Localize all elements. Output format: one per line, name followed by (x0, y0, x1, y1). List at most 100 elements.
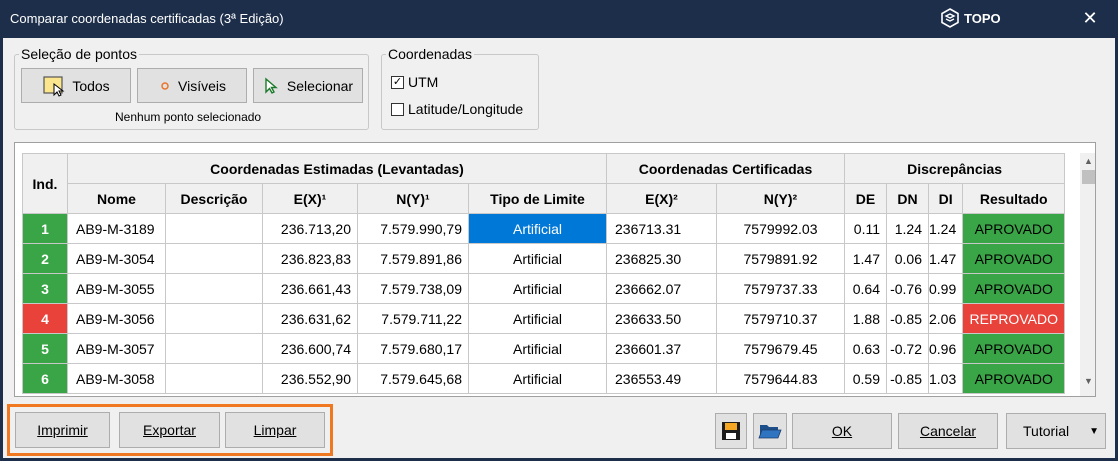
cell-ny1[interactable]: 7.579.738,09 (357, 273, 469, 304)
cell-ex2[interactable]: 236601.37 (606, 333, 717, 364)
header-ex2[interactable]: E(X)² (606, 183, 717, 214)
cell-ex2[interactable]: 236633.50 (606, 303, 717, 334)
header-nome[interactable]: Nome (67, 183, 166, 214)
cell-ny1[interactable]: 7.579.990,79 (357, 213, 469, 244)
cell-ny2[interactable]: 7579992.03 (716, 213, 845, 244)
save-button[interactable] (715, 413, 747, 449)
cell-ny2[interactable]: 7579737.33 (716, 273, 845, 304)
cell-ex2[interactable]: 236662.07 (606, 273, 717, 304)
header-ny1[interactable]: N(Y)¹ (357, 183, 469, 214)
cell-tipo-limite[interactable]: Artificial (468, 333, 607, 364)
close-icon[interactable]: ✕ (1078, 6, 1102, 30)
cell-tipo-limite[interactable]: Artificial (468, 243, 607, 274)
ok-button[interactable]: OK (792, 413, 892, 449)
cell-descricao[interactable] (165, 363, 263, 394)
export-button[interactable]: Exportar (119, 412, 220, 448)
cell-ny2[interactable]: 7579644.83 (716, 363, 845, 394)
cell-nome[interactable]: AB9-M-3057 (67, 333, 166, 364)
row-index[interactable]: 2 (22, 243, 68, 274)
scroll-up-icon[interactable]: ▲ (1080, 153, 1095, 170)
cell-ex1[interactable]: 236.661,43 (262, 273, 358, 304)
cell-nome[interactable]: AB9-M-3054 (67, 243, 166, 274)
table-row[interactable]: 3 AB9-M-3055 236.661,43 7.579.738,09 Art… (22, 273, 1066, 304)
cell-di[interactable]: 1.47 (927, 243, 964, 274)
cell-dn[interactable]: -0.72 (886, 333, 929, 364)
cell-de[interactable]: 0.11 (844, 213, 887, 244)
cell-ex1[interactable]: 236.552,90 (262, 363, 358, 394)
cell-ex1[interactable]: 236.823,83 (262, 243, 358, 274)
header-resultado[interactable]: Resultado (962, 183, 1066, 214)
cell-ny1[interactable]: 7.579.680,17 (357, 333, 469, 364)
header-descricao[interactable]: Descrição (165, 183, 263, 214)
header-ex1[interactable]: E(X)¹ (262, 183, 358, 214)
cell-ny1[interactable]: 7.579.711,22 (357, 303, 469, 334)
cancel-button[interactable]: Cancelar (898, 413, 998, 449)
cell-nome[interactable]: AB9-M-3058 (67, 363, 166, 394)
cell-dn[interactable]: -0.85 (886, 363, 929, 394)
table-row[interactable]: 5 AB9-M-3057 236.600,74 7.579.680,17 Art… (22, 333, 1066, 364)
cell-di[interactable]: 2.06 (927, 303, 964, 334)
table-row[interactable]: 6 AB9-M-3058 236.552,90 7.579.645,68 Art… (22, 363, 1066, 394)
row-index[interactable]: 1 (22, 213, 68, 244)
table-row[interactable]: 1 AB9-M-3189 236.713,20 7.579.990,79 Art… (22, 213, 1066, 244)
cell-dn[interactable]: 1.24 (886, 213, 929, 244)
latlon-checkbox[interactable]: Latitude/Longitude (391, 101, 523, 117)
cell-ny2[interactable]: 7579891.92 (716, 243, 845, 274)
scroll-down-icon[interactable]: ▼ (1080, 373, 1095, 390)
cell-ny2[interactable]: 7579710.37 (716, 303, 845, 334)
cell-ny1[interactable]: 7.579.645,68 (357, 363, 469, 394)
utm-checkbox[interactable]: ✓ UTM (391, 74, 438, 90)
cell-de[interactable]: 1.88 (844, 303, 887, 334)
select-all-button[interactable]: Todos (21, 68, 131, 103)
cell-nome[interactable]: AB9-M-3056 (67, 303, 166, 334)
cell-dn[interactable]: -0.85 (886, 303, 929, 334)
cell-ny1[interactable]: 7.579.891,86 (357, 243, 469, 274)
cell-ex2[interactable]: 236553.49 (606, 363, 717, 394)
cell-di[interactable]: 0.96 (927, 333, 964, 364)
row-index[interactable]: 4 (22, 303, 68, 334)
cell-tipo-limite[interactable]: Artificial (468, 273, 607, 304)
open-button[interactable] (753, 413, 787, 449)
cell-ex1[interactable]: 236.713,20 (262, 213, 358, 244)
cell-nome[interactable]: AB9-M-3055 (67, 273, 166, 304)
cell-ny2[interactable]: 7579679.45 (716, 333, 845, 364)
cell-descricao[interactable] (165, 213, 263, 244)
utm-checkbox-box[interactable]: ✓ (391, 75, 404, 89)
cell-dn[interactable]: -0.76 (886, 273, 929, 304)
print-button[interactable]: Imprimir (15, 412, 110, 448)
cell-descricao[interactable] (165, 303, 263, 334)
select-visible-button[interactable]: Visíveis (137, 68, 247, 103)
table-row[interactable]: 4 AB9-M-3056 236.631,62 7.579.711,22 Art… (22, 303, 1066, 334)
header-ind[interactable]: Ind. (22, 153, 68, 214)
cell-di[interactable]: 1.24 (927, 213, 964, 244)
cell-di[interactable]: 1.03 (927, 363, 964, 394)
clear-button[interactable]: Limpar (225, 412, 325, 448)
cell-de[interactable]: 1.47 (844, 243, 887, 274)
cell-tipo-limite[interactable]: Artificial (468, 213, 607, 244)
cell-ex2[interactable]: 236713.31 (606, 213, 717, 244)
cell-resultado[interactable]: REPROVADO (962, 303, 1066, 334)
row-index[interactable]: 5 (22, 333, 68, 364)
header-di[interactable]: DI (927, 183, 964, 214)
cell-resultado[interactable]: APROVADO (962, 363, 1066, 394)
tutorial-dropdown-button[interactable]: Tutorial ▼ (1006, 413, 1106, 449)
row-index[interactable]: 6 (22, 363, 68, 394)
cell-de[interactable]: 0.63 (844, 333, 887, 364)
header-dn[interactable]: DN (886, 183, 929, 214)
cell-descricao[interactable] (165, 243, 263, 274)
row-index[interactable]: 3 (22, 273, 68, 304)
cell-resultado[interactable]: APROVADO (962, 213, 1066, 244)
scroll-thumb[interactable] (1082, 170, 1095, 184)
cell-de[interactable]: 0.59 (844, 363, 887, 394)
cell-ex1[interactable]: 236.600,74 (262, 333, 358, 364)
cell-tipo-limite[interactable]: Artificial (468, 363, 607, 394)
cell-dn[interactable]: 0.06 (886, 243, 929, 274)
cell-descricao[interactable] (165, 273, 263, 304)
cell-resultado[interactable]: APROVADO (962, 333, 1066, 364)
cell-resultado[interactable]: APROVADO (962, 243, 1066, 274)
header-ny2[interactable]: N(Y)² (716, 183, 845, 214)
cell-resultado[interactable]: APROVADO (962, 273, 1066, 304)
cell-di[interactable]: 0.99 (927, 273, 964, 304)
latlon-checkbox-box[interactable] (391, 102, 404, 116)
cell-ex1[interactable]: 236.631,62 (262, 303, 358, 334)
